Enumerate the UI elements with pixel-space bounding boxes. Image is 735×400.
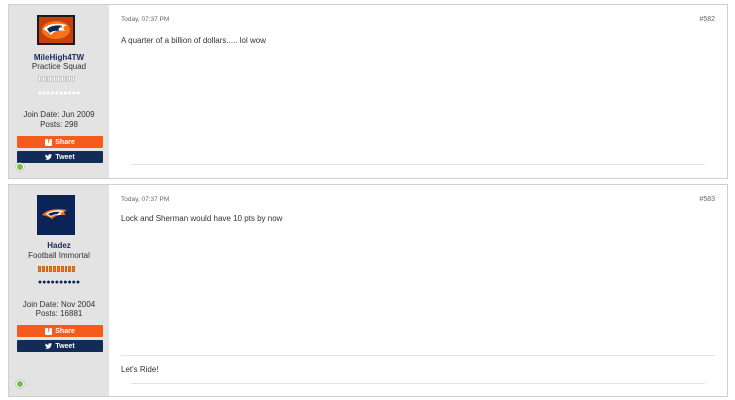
tweet-label: Tweet bbox=[55, 153, 75, 161]
posts-count: Posts: 16881 bbox=[35, 309, 83, 318]
reputation-dots: ●●●●●●●●●● bbox=[37, 90, 81, 97]
post-author-sidebar bbox=[9, 185, 109, 396]
user-title: Practice Squad bbox=[31, 62, 87, 71]
user-title: Football Immortal bbox=[28, 251, 90, 260]
username[interactable]: MileHigh4TW bbox=[9, 53, 109, 62]
tweet-label: Tweet bbox=[55, 342, 75, 350]
post-signature: Let's Ride! bbox=[121, 365, 159, 374]
post-number-link[interactable]: #583 bbox=[699, 196, 715, 203]
signature-divider bbox=[121, 355, 715, 356]
tweet-button[interactable]: Tweet bbox=[17, 151, 103, 163]
online-status-icon bbox=[16, 163, 24, 171]
share-button[interactable]: f Share bbox=[17, 136, 103, 148]
user-avatar[interactable] bbox=[37, 15, 75, 45]
username[interactable]: Hadez bbox=[9, 241, 109, 250]
post-content: Today, 07:37 PM #583 Lock and Sherman wo… bbox=[109, 185, 727, 396]
tweet-button[interactable]: Tweet bbox=[17, 340, 103, 352]
post-footer-divider bbox=[131, 383, 705, 384]
user-rank-bar bbox=[38, 266, 75, 272]
user-rank-bar bbox=[38, 76, 75, 82]
post-date: Today, 07:37 PM bbox=[121, 196, 170, 203]
facebook-icon: f bbox=[45, 138, 53, 146]
signature-divider bbox=[131, 164, 705, 165]
online-status-icon bbox=[16, 380, 24, 388]
join-date: Join Date: Jun 2009 bbox=[23, 110, 95, 119]
posts-count: Posts: 298 bbox=[40, 120, 78, 129]
post-583: Hadez Football Immortal ●●●●●●●●●● Join … bbox=[8, 184, 728, 397]
post-message: A quarter of a billion of dollars..... l… bbox=[121, 36, 266, 45]
post-author-sidebar: MileHigh4TW Practice Squad ●●●●●●●●●● Jo… bbox=[9, 5, 109, 178]
share-label: Share bbox=[55, 327, 75, 335]
post-582: MileHigh4TW Practice Squad ●●●●●●●●●● Jo… bbox=[8, 4, 728, 179]
user-avatar[interactable] bbox=[37, 195, 75, 235]
twitter-icon bbox=[45, 154, 53, 160]
post-message: Lock and Sherman would have 10 pts by no… bbox=[121, 214, 283, 223]
share-button[interactable]: f Share bbox=[17, 325, 103, 337]
reputation-dots: ●●●●●●●●●● bbox=[37, 279, 81, 286]
twitter-icon bbox=[45, 343, 53, 349]
post-number-link[interactable]: #582 bbox=[699, 16, 715, 23]
share-label: Share bbox=[55, 138, 75, 146]
post-content: Today, 07:37 PM #582 A quarter of a bill… bbox=[109, 5, 727, 178]
post-date: Today, 07:37 PM bbox=[121, 16, 170, 23]
facebook-icon: f bbox=[45, 327, 53, 335]
